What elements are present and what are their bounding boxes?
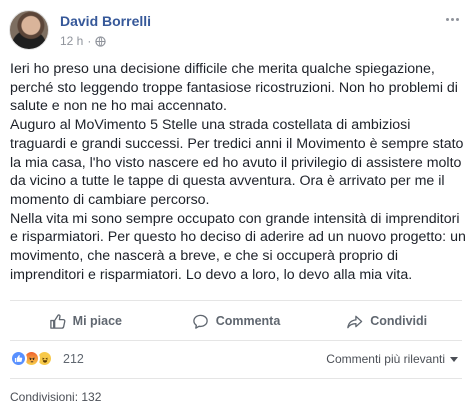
shares-divider [10, 378, 462, 379]
comments-sort-dropdown[interactable]: Commenti più rilevanti [326, 352, 458, 366]
post-text-line: da vicino a tutte le tappe di questa avv… [10, 173, 445, 190]
post-body: Ieri ho preso una decisione difficile ch… [10, 60, 466, 284]
comments-sort-label: Commenti più rilevanti [326, 352, 445, 366]
post-text-line: traguardi e grandi successi. Per tredici… [10, 135, 464, 152]
comment-button[interactable]: Commenta [161, 306, 312, 336]
post-actions: Mi piace Commenta Condividi [10, 306, 462, 336]
caret-down-icon [450, 356, 458, 362]
like-button[interactable]: Mi piace [10, 306, 161, 336]
author-name[interactable]: David Borrelli [60, 13, 151, 29]
comment-icon [192, 314, 208, 329]
post-text-line: salute e non ne ho mai accennato. [10, 98, 227, 115]
reaction-icons[interactable] [10, 350, 53, 367]
reactions-row: 212 Commenti più rilevanti [10, 349, 462, 369]
globe-icon [95, 35, 107, 47]
post-text-line: la mia casa, l'ho visto nascere ed ho av… [10, 154, 462, 171]
comment-label: Commenta [215, 314, 281, 328]
post-text-line: Ieri ho preso una decisione difficile ch… [10, 61, 435, 77]
more-options-icon[interactable] [442, 12, 462, 26]
share-arrow-icon [347, 315, 363, 328]
post-card: David Borrelli 12 h · Ieri ho preso una … [0, 0, 472, 414]
share-button[interactable]: Condividi [311, 306, 462, 336]
like-icon [10, 350, 27, 367]
actions-divider-bottom [10, 340, 462, 341]
meta-separator: · [87, 34, 92, 48]
post-meta: 12 h · [60, 34, 107, 48]
post-text-line: e risparmiatori. Per questo ho deciso di… [10, 229, 466, 246]
post-text-line: movimento, che nascerà a breve, e che si… [10, 248, 398, 265]
post-text-line: Auguro al MoVimento 5 Stelle una strada … [10, 117, 411, 134]
reaction-count[interactable]: 212 [63, 352, 84, 366]
post-text-line: Nella vita mi sono sempre occupato con g… [10, 210, 460, 227]
like-label: Mi piace [72, 314, 122, 328]
actions-divider-top [10, 300, 462, 301]
post-text-line: momento di cambiare percorso. [10, 191, 210, 208]
author-avatar[interactable] [9, 10, 49, 50]
shares-count[interactable]: Condivisioni: 132 [10, 390, 101, 404]
post-time[interactable]: 12 h [60, 34, 83, 48]
thumbs-up-icon [49, 313, 66, 329]
post-text-line: perché sto leggendo troppe fantasiose ri… [10, 79, 458, 96]
post-text-line: imprenditori e risparmiatori. Lo devo a … [10, 266, 413, 283]
post-header: David Borrelli 12 h · [9, 10, 462, 54]
share-label: Condividi [370, 314, 428, 328]
